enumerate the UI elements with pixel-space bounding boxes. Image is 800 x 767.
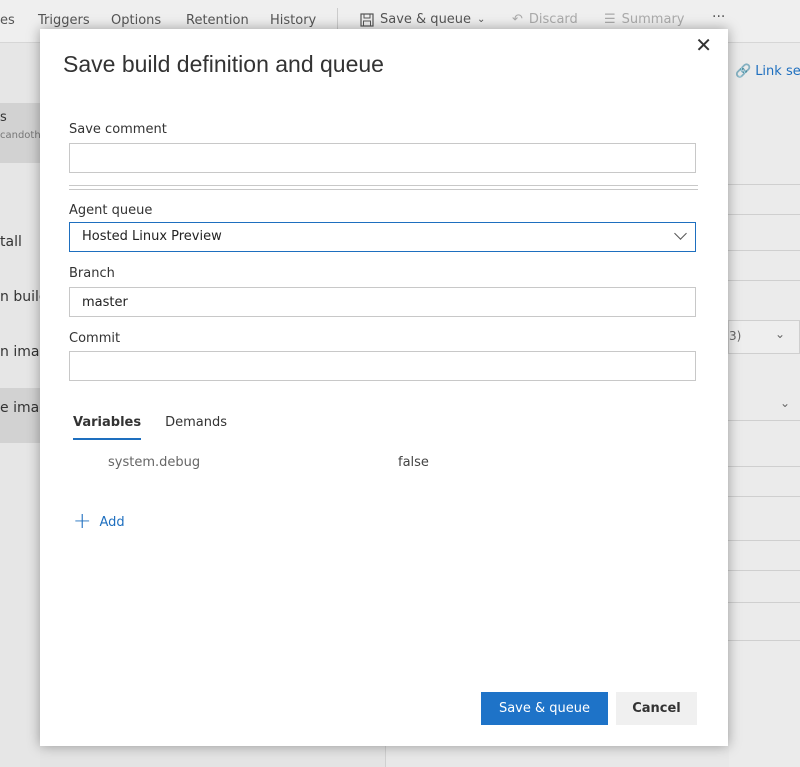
branch-input[interactable] [69,287,696,317]
divider [728,420,800,421]
commit-input[interactable] [69,351,696,381]
save-queue-dialog: ✕ Save build definition and queue Save c… [40,29,728,746]
plus-icon: + [73,509,92,534]
save-comment-input[interactable] [69,143,696,173]
chevron-down-icon: ⌄ [775,327,786,341]
summary-toolbar-button[interactable]: ☰ Summary [604,12,684,27]
tab-triggers[interactable]: Triggers [38,13,90,28]
list-item-title: s [0,110,7,125]
discard-label: Discard [528,12,578,27]
divider [728,640,800,641]
save-queue-button[interactable]: Save & queue [481,692,608,725]
save-icon [360,12,374,27]
more-options-icon[interactable]: ··· [712,9,725,25]
save-queue-toolbar-button[interactable]: Save & queue ⌄ [360,12,485,27]
chevron-down-icon: ⌄ [477,14,486,25]
link-icon: 🔗 [735,64,752,79]
tab-variables[interactable]: Variables [73,415,142,440]
list-item[interactable]: s candoth [0,103,40,163]
link-settings-link[interactable]: 🔗 Link set [735,64,800,79]
list-item[interactable]: n build [0,289,40,305]
variable-name[interactable]: system.debug [108,455,200,470]
chevron-down-icon[interactable]: ⌄ [780,396,790,410]
add-variable-button[interactable]: + Add [73,509,125,534]
divider [728,466,800,467]
background-select[interactable]: 3) ⌄ [728,320,800,354]
left-task-list: s candoth tall n build n imag e imag [0,43,40,767]
summary-label: Summary [621,12,685,27]
link-settings-label: Link set [755,64,800,79]
branch-label: Branch [69,266,115,281]
agent-queue-label: Agent queue [69,203,153,218]
list-item[interactable]: e imag [0,388,40,443]
tab-partial[interactable]: es [0,13,15,28]
divider [728,540,800,541]
dialog-title: Save build definition and queue [63,51,384,77]
list-item[interactable]: tall [0,234,40,250]
cancel-button[interactable]: Cancel [616,692,697,725]
variable-value[interactable]: false [398,455,429,470]
add-label: Add [99,514,125,530]
chevron-down-icon [674,227,687,240]
commit-label: Commit [69,331,121,346]
save-comment-label: Save comment [69,122,167,137]
list-item[interactable]: n imag [0,344,40,360]
close-icon[interactable]: ✕ [695,35,712,55]
tab-demands[interactable]: Demands [165,415,227,440]
discard-toolbar-button[interactable]: ↶ Discard [512,12,578,27]
agent-queue-select[interactable]: Hosted Linux Preview [69,222,696,252]
divider [728,570,800,571]
divider [728,602,800,603]
list-icon: ☰ [604,12,616,27]
divider [728,496,800,497]
undo-icon: ↶ [512,12,523,27]
list-item-subtitle: candoth [0,130,40,141]
divider [728,184,800,185]
agent-queue-value: Hosted Linux Preview [82,229,222,244]
dialog-tabs: Variables Demands [73,415,227,440]
divider [728,280,800,281]
divider [728,250,800,251]
save-queue-toolbar-label: Save & queue [380,12,472,27]
tab-history[interactable]: History [270,13,316,28]
section-divider [69,185,698,190]
divider [728,214,800,215]
background-select-value: 3) [729,329,742,343]
tab-retention[interactable]: Retention [186,13,249,28]
tab-options[interactable]: Options [111,13,161,28]
